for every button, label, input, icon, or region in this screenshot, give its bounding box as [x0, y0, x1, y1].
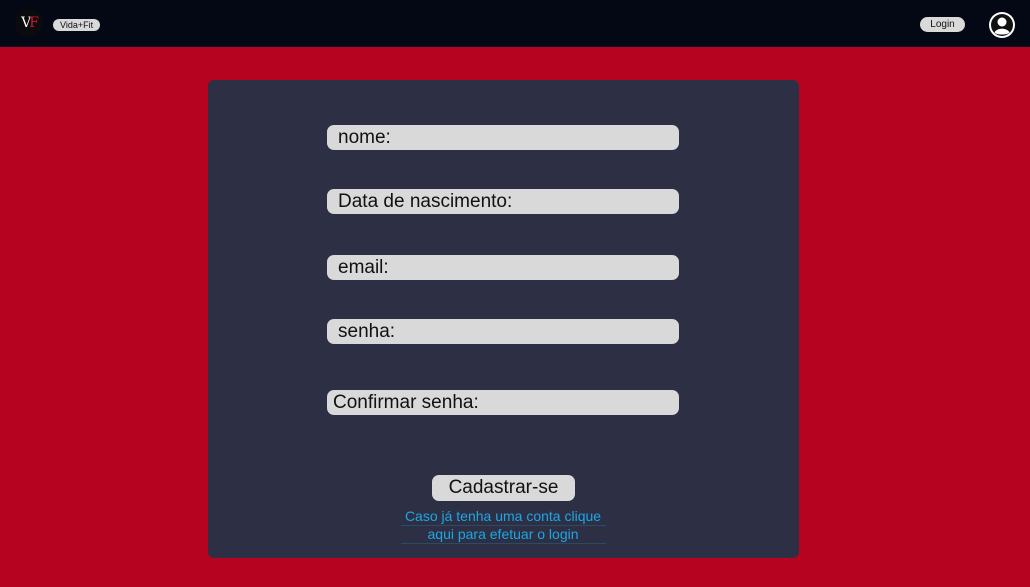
logo-letter-f: F	[29, 15, 39, 31]
confirm-password-field[interactable]: Confirmar senha:	[327, 390, 679, 415]
login-link-line-1[interactable]: Caso já tenha uma conta clique	[400, 508, 606, 526]
user-avatar-icon[interactable]	[989, 12, 1015, 38]
logo-letter-v: V	[21, 15, 31, 31]
brand-name-button[interactable]: Vida+Fit	[53, 19, 101, 31]
name-field[interactable]: nome:	[327, 125, 679, 150]
signup-button[interactable]: Cadastrar-se	[432, 475, 575, 501]
login-link-line-2[interactable]: aqui para efetuar o login	[400, 526, 606, 544]
top-navbar: VF Vida+Fit Login	[0, 0, 1030, 47]
password-field[interactable]: senha:	[327, 319, 679, 344]
login-button[interactable]: Login	[920, 17, 965, 32]
email-field[interactable]: email:	[327, 255, 679, 280]
signup-card: nome: Data de nascimento: email: senha: …	[208, 80, 799, 558]
login-link[interactable]: Caso já tenha uma conta clique aqui para…	[368, 508, 638, 544]
birthdate-field[interactable]: Data de nascimento:	[327, 189, 679, 214]
vidafit-logo[interactable]: VF	[15, 9, 43, 37]
